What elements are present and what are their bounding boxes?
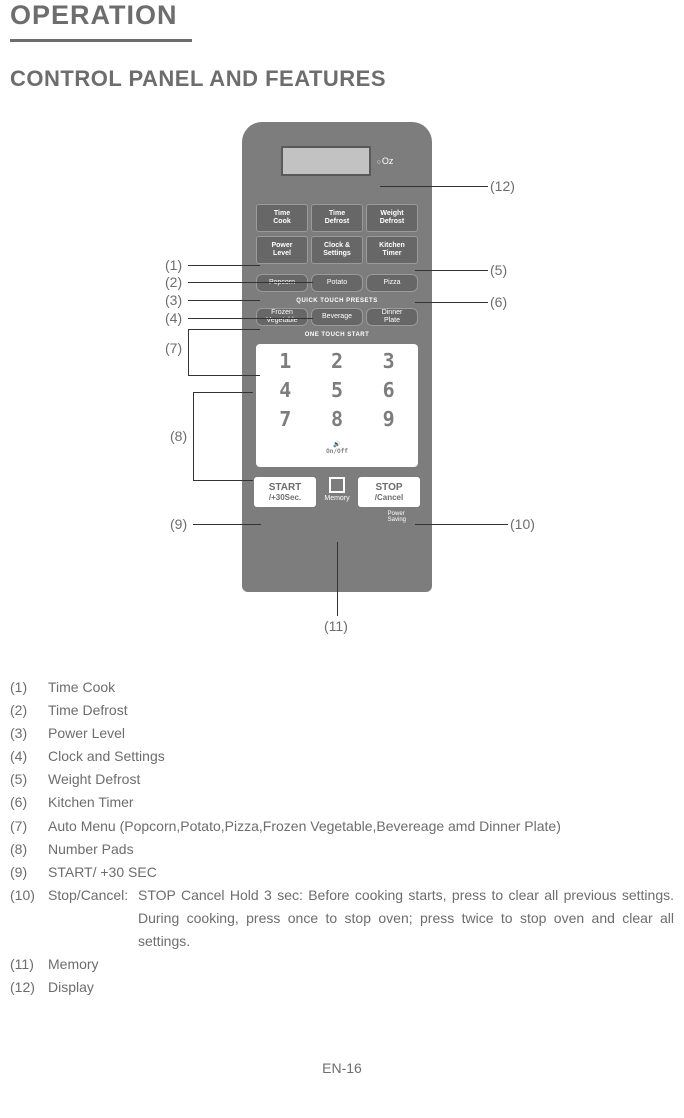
pizza-button[interactable]: Pizza (366, 274, 418, 292)
page-number: EN-16 (0, 1060, 684, 1076)
key-8[interactable]: 8 (313, 407, 362, 433)
control-panel: Oz TimeCook TimeDefrost WeightDefrost Po… (242, 122, 432, 592)
start-button[interactable]: START /+30Sec. (254, 477, 316, 507)
popcorn-button[interactable]: Popcorn (256, 274, 308, 292)
weight-defrost-button[interactable]: WeightDefrost (366, 204, 418, 232)
legend-item: (3)Power Level (10, 722, 674, 745)
key-3[interactable]: 3 (364, 349, 413, 375)
key-onoff[interactable]: 🔊On/Off (313, 436, 362, 462)
title-underline (10, 39, 192, 42)
display-screen (281, 146, 371, 176)
callout-7: (7) (165, 340, 182, 356)
power-level-button[interactable]: PowerLevel (256, 236, 308, 264)
callout-5: (5) (490, 262, 507, 278)
potato-button[interactable]: Potato (311, 274, 363, 292)
callout-9: (9) (170, 516, 187, 532)
callout-2: (2) (165, 274, 182, 290)
callout-3: (3) (165, 292, 182, 308)
beverage-button[interactable]: Beverage (311, 308, 363, 326)
legend-item: (4)Clock and Settings (10, 745, 674, 768)
callout-4: (4) (165, 310, 182, 326)
legend-item: (9)START/ +30 SEC (10, 861, 674, 884)
key-7[interactable]: 7 (261, 407, 310, 433)
memory-button[interactable]: Memory (321, 477, 353, 507)
time-defrost-button[interactable]: TimeDefrost (311, 204, 363, 232)
key-4[interactable]: 4 (261, 378, 310, 404)
time-cook-button[interactable]: TimeCook (256, 204, 308, 232)
section-subtitle: CONTROL PANEL AND FEATURES (10, 66, 674, 92)
kitchen-timer-button[interactable]: KitchenTimer (366, 236, 418, 264)
dinner-plate-button[interactable]: DinnerPlate (366, 308, 418, 326)
number-keypad: 1 2 3 4 5 6 7 8 9 🔊On/Off (256, 344, 418, 467)
legend-item: (11)Memory (10, 953, 674, 976)
legend-item: (7)Auto Menu (Popcorn,Potato,Pizza,Froze… (10, 815, 674, 838)
legend-item: (6)Kitchen Timer (10, 791, 674, 814)
callout-6: (6) (490, 294, 507, 310)
callout-11: (11) (324, 618, 348, 634)
key-5[interactable]: 5 (313, 378, 362, 404)
legend-item: (8)Number Pads (10, 838, 674, 861)
page-title: OPERATION (10, 0, 674, 31)
legend-list: (1)Time Cook (2)Time Defrost (3)Power Le… (10, 676, 674, 999)
legend-item-stop: (10) Stop/Cancel: STOP Cancel Hold 3 sec… (10, 884, 674, 953)
callout-1: (1) (165, 257, 182, 273)
key-1[interactable]: 1 (261, 349, 310, 375)
frozen-veg-button[interactable]: FrozenVegetable (256, 308, 308, 326)
callout-10: (10) (510, 516, 535, 532)
clock-settings-button[interactable]: Clock &Settings (311, 236, 363, 264)
callout-12: (12) (490, 178, 515, 194)
callout-8: (8) (170, 428, 187, 444)
legend-item: (12)Display (10, 976, 674, 999)
stop-cancel-button[interactable]: STOP /Cancel (358, 477, 420, 507)
key-9[interactable]: 9 (364, 407, 413, 433)
onetouch-label: ONE TOUCH START (305, 332, 370, 338)
display-units: Oz (377, 156, 394, 166)
power-saving-label: PowerSaving (388, 511, 406, 523)
key-6[interactable]: 6 (364, 378, 413, 404)
control-panel-diagram: Oz TimeCook TimeDefrost WeightDefrost Po… (10, 122, 674, 652)
legend-item: (2)Time Defrost (10, 699, 674, 722)
legend-item: (5)Weight Defrost (10, 768, 674, 791)
key-2[interactable]: 2 (313, 349, 362, 375)
legend-item: (1)Time Cook (10, 676, 674, 699)
presets-label: QUICK TOUCH PRESETS (296, 298, 377, 304)
